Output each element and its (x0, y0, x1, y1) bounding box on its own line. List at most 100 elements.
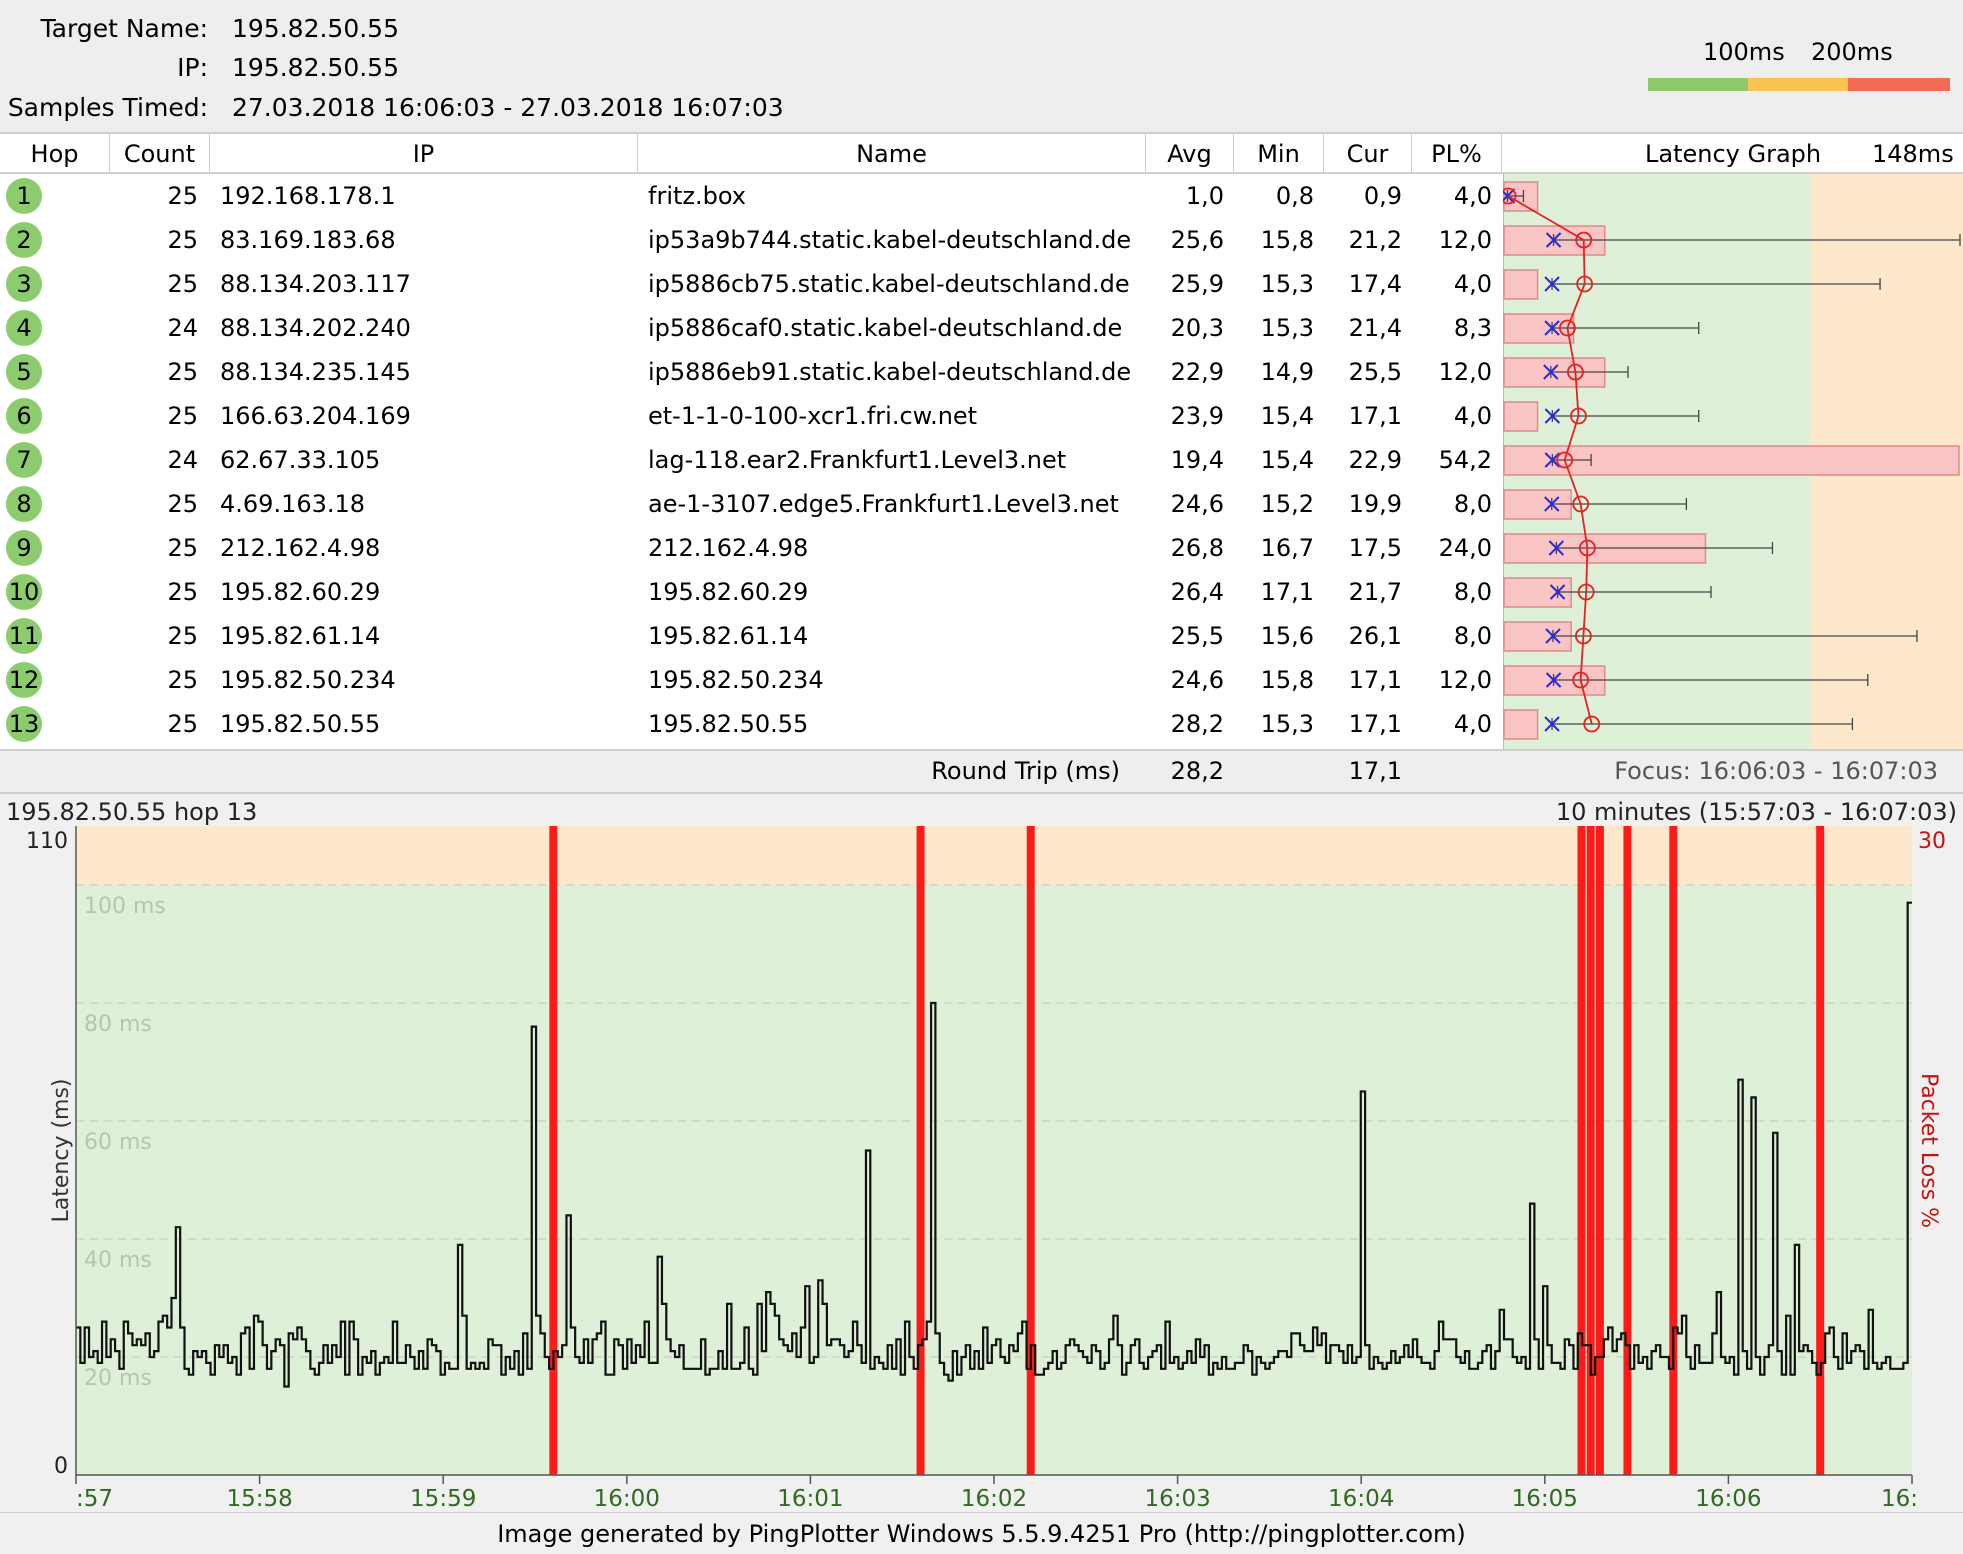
hop-name: fritz.box (648, 182, 747, 210)
column-header-pl[interactable]: PL% (1412, 134, 1502, 174)
column-header-cur[interactable]: Cur (1324, 134, 1412, 174)
hop-cur: 26,1 (1348, 622, 1402, 650)
packet-loss-marker (916, 826, 925, 1475)
table-row[interactable]: 5 25 88.134.235.145 ip5886eb91.static.kabel… (0, 350, 1500, 394)
hop-ip: 62.67.33.105 (220, 446, 381, 474)
hop-min: 15,3 (1260, 314, 1314, 342)
hop-cur: 21,7 (1348, 578, 1402, 606)
hop-min: 17,1 (1260, 578, 1314, 606)
hop-avg: 19,4 (1170, 446, 1224, 474)
x-tick-label: 16:06 (1695, 1486, 1761, 1512)
y-tick-label: 60 ms (84, 1130, 152, 1155)
hop-cur: 22,9 (1348, 446, 1402, 474)
hop-packet-loss: 4,0 (1453, 270, 1492, 298)
hop-packet-loss: 4,0 (1453, 402, 1492, 430)
packet-loss-marker (1026, 826, 1035, 1475)
table-row[interactable]: 1 25 192.168.178.1 fritz.box 1,0 0,8 0,9 4,0 (0, 174, 1500, 218)
latency-timeline-chart[interactable]: 20 ms 40 ms 60 ms 80 ms 100 ms 110 0 30 Latency … (0, 794, 1963, 1512)
hop-number: 4 (6, 310, 42, 346)
hop-number: 7 (6, 442, 42, 478)
hop-count: 25 (167, 226, 198, 254)
hop-count: 25 (167, 270, 198, 298)
hop-avg: 26,4 (1170, 578, 1224, 606)
x-tick-label: 16:04 (1328, 1486, 1394, 1512)
table-row[interactable]: 13 25 195.82.50.55 195.82.50.55 28,2 15,3 17,1… (0, 702, 1500, 746)
column-header-name[interactable]: Name (638, 134, 1146, 174)
hop-min: 14,9 (1260, 358, 1314, 386)
latency-graph-scale: 148ms (1872, 140, 1954, 168)
column-header-ip[interactable]: IP (210, 134, 638, 174)
y-tick-label: 20 ms (84, 1366, 152, 1391)
packet-loss-marker (1623, 826, 1632, 1475)
hop-avg: 1,0 (1185, 182, 1224, 210)
y-tick-label: 100 ms (84, 894, 166, 919)
x-tick-label: 15:59 (410, 1486, 476, 1512)
hop-name: ip53a9b744.static.kabel-deutschland.de (648, 226, 1132, 254)
hop-avg: 24,6 (1170, 490, 1224, 518)
x-tick-label: 16:05 (1512, 1486, 1578, 1512)
hop-min: 15,6 (1260, 622, 1314, 650)
hop-count: 25 (167, 578, 198, 606)
table-row[interactable]: 10 25 195.82.60.29 195.82.60.29 26,4 17,1 21,7… (0, 570, 1500, 614)
table-row[interactable]: 12 25 195.82.50.234 195.82.50.234 24,6 15,8 17… (0, 658, 1500, 702)
hop-avg: 22,9 (1170, 358, 1224, 386)
table-row[interactable]: 2 25 83.169.183.68 ip53a9b744.static.kabel-… (0, 218, 1500, 262)
timeline-range[interactable]: 10 minutes (15:57:03 - 16:07:03) (1556, 794, 1957, 830)
x-tick-label: 16:02 (961, 1486, 1027, 1512)
samples-timed-label: Samples Timed: (7, 93, 208, 122)
packet-loss-bar (1503, 401, 1539, 432)
y-axis-title: Latency (ms) (49, 1078, 74, 1222)
hop-ip: 83.169.183.68 (220, 226, 396, 254)
hop-name: 195.82.50.234 (648, 666, 824, 694)
hop-ip: 195.82.60.29 (220, 578, 381, 606)
hop-name: 195.82.60.29 (648, 578, 809, 606)
y-axis-max-label: 110 (26, 829, 68, 854)
hop-ip: 195.82.61.14 (220, 622, 381, 650)
legend-good-bar (1648, 78, 1748, 91)
hop-ip: 88.134.202.240 (220, 314, 411, 342)
timeline-title: 195.82.50.55 hop 13 (6, 798, 258, 826)
hop-packet-loss: 24,0 (1438, 534, 1492, 562)
table-row[interactable]: 9 25 212.162.4.98 212.162.4.98 26,8 16,7 17,5 2… (0, 526, 1500, 570)
hop-avg: 28,2 (1170, 710, 1224, 738)
table-row[interactable]: 6 25 166.63.204.169 et-1-1-0-100-xcr1.fri.c… (0, 394, 1500, 438)
hop-min: 16,7 (1260, 534, 1314, 562)
hop-number: 9 (6, 530, 42, 566)
hop-count: 25 (167, 358, 198, 386)
hop-avg: 25,5 (1170, 622, 1224, 650)
packet-loss-marker (1816, 826, 1825, 1475)
column-header-count[interactable]: Count (110, 134, 210, 174)
hop-name: ip5886cb75.static.kabel-deutschland.de (648, 270, 1130, 298)
hop-packet-loss: 12,0 (1438, 666, 1492, 694)
column-header-hop[interactable]: Hop (0, 134, 110, 174)
hop-count: 25 (167, 182, 198, 210)
table-row[interactable]: 4 24 88.134.202.240 ip5886caf0.static.kabel… (0, 306, 1500, 350)
column-header-latency-graph[interactable]: Latency Graph (1645, 134, 1825, 174)
hop-min: 15,4 (1260, 446, 1314, 474)
hop-min: 15,3 (1260, 710, 1314, 738)
hop-number: 6 (6, 398, 42, 434)
hop-name: 195.82.50.55 (648, 710, 809, 738)
column-header-min[interactable]: Min (1234, 134, 1324, 174)
table-row[interactable]: 3 25 88.134.203.117 ip5886cb75.static.kabel… (0, 262, 1500, 306)
x-tick-label: 15:58 (226, 1486, 292, 1512)
x-tick-label: 16:00 (594, 1486, 660, 1512)
hop-avg: 24,6 (1170, 666, 1224, 694)
hop-packet-loss: 4,0 (1453, 182, 1492, 210)
ip-label: IP: (177, 53, 208, 82)
hop-avg: 25,6 (1170, 226, 1224, 254)
hop-count: 24 (167, 446, 198, 474)
hop-min: 0,8 (1275, 182, 1314, 210)
table-row[interactable]: 7 24 62.67.33.105 lag-118.ear2.Frankfurt1.L… (0, 438, 1500, 482)
table-row[interactable]: 8 25 4.69.163.18 ae-1-3107.edge5.Frankfurt1… (0, 482, 1500, 526)
hop-avg: 23,9 (1170, 402, 1224, 430)
hop-cur: 21,4 (1348, 314, 1402, 342)
hop-ip: 195.82.50.234 (220, 666, 396, 694)
hop-cur: 21,2 (1348, 226, 1402, 254)
column-header-avg[interactable]: Avg (1146, 134, 1234, 174)
hop-cur: 17,1 (1348, 666, 1402, 694)
footer-credit: Image generated by PingPlotter Windows 5… (0, 1512, 1963, 1554)
target-name-label: Target Name: (40, 14, 208, 43)
table-row[interactable]: 11 25 195.82.61.14 195.82.61.14 25,5 15,6 26,1… (0, 614, 1500, 658)
samples-timed-value: 27.03.2018 16:06:03 - 27.03.2018 16:07:0… (232, 93, 784, 122)
